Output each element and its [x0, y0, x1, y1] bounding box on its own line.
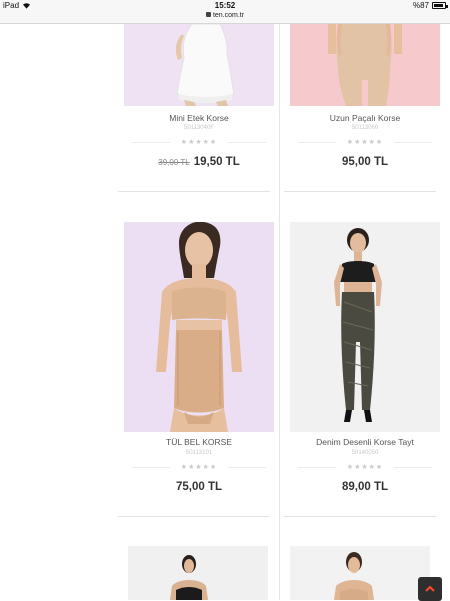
lock-icon [205, 12, 211, 17]
url-text: ten.com.tr [212, 12, 245, 19]
scroll-to-top-button[interactable] [418, 577, 442, 601]
price: 19,50 TL [193, 156, 240, 168]
old-price: 39,00 TL [158, 158, 190, 167]
url-bar[interactable]: ten.com.tr [0, 12, 450, 24]
product-image[interactable] [124, 222, 274, 432]
product-code: 50140050 [351, 450, 379, 456]
price-row: 39,00 TL 19,50 TL [124, 152, 274, 170]
battery-icon [432, 2, 448, 9]
card-separator [284, 516, 436, 517]
ios-status-bar: iPad 15:52 %87 [0, 0, 450, 12]
battery-percent: %87 [412, 1, 429, 10]
product-name[interactable]: Uzun Paçalı Korse [290, 113, 440, 123]
price-row: 75,00 TL [124, 477, 274, 495]
product-name[interactable]: Mini Etek Korse [124, 113, 274, 123]
product-image[interactable] [128, 546, 268, 600]
chevron-up-icon [425, 585, 435, 592]
status-time: 15:52 [214, 1, 236, 10]
product-image[interactable] [124, 24, 274, 106]
price: 75,00 TL [175, 481, 223, 493]
product-image[interactable] [290, 222, 440, 432]
product-name[interactable]: Denim Desenli Korse Tayt [290, 437, 440, 447]
price: 89,00 TL [341, 481, 389, 493]
card-separator [118, 191, 270, 192]
product-code: 50113101 [185, 450, 213, 456]
product-name[interactable]: TÜL BEL KORSE [124, 437, 274, 447]
product-code: 50113060 [351, 125, 379, 131]
product-image[interactable] [290, 24, 440, 106]
card-separator [284, 191, 436, 192]
price: 95,00 TL [341, 156, 389, 168]
product-image[interactable] [290, 546, 430, 600]
price-row: 89,00 TL [290, 477, 440, 495]
price-row: 95,00 TL [290, 152, 440, 170]
product-code: 50113040F [184, 125, 214, 131]
card-separator [118, 516, 270, 517]
column-divider [279, 24, 280, 600]
